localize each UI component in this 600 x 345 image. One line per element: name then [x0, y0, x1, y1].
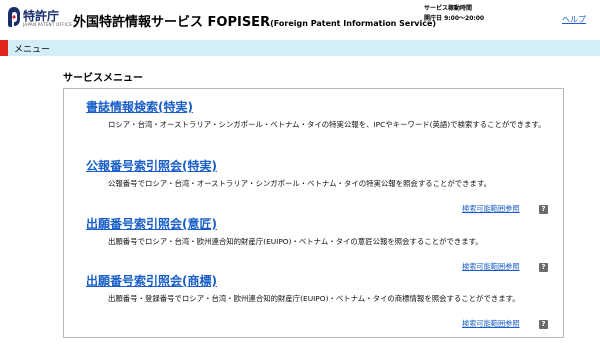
service-menu-title: サービスメニュー [63, 73, 143, 84]
service-hours-label: サービス稼動時間 [424, 5, 473, 12]
service-desc: 公報番号でロシア・台湾・オーストラリア・シンガポール・ベトナム・タイの特実公報を… [108, 179, 491, 188]
service-link-publication-number[interactable]: 公報番号索引照会(特実) [86, 157, 556, 174]
service-hours-value: 開庁日 9:00〜20:00 [424, 15, 485, 22]
menu-bar-accent [0, 40, 8, 56]
question-icon[interactable]: ? [539, 263, 548, 272]
service-hours: サービス稼動時間 開庁日 9:00〜20:00 [424, 4, 484, 24]
service-desc: 出願番号・登録番号でロシア・台湾・欧州連合知的財産庁(EUIPO)・ベトナム・タ… [108, 294, 520, 303]
search-range-link[interactable]: 検索可能範囲参照 [462, 319, 520, 329]
service-item-publication-number: 公報番号索引照会(特実) 公報番号でロシア・台湾・オーストラリア・シンガポール・… [86, 157, 556, 214]
help-link[interactable]: ヘルプ [562, 14, 586, 25]
menu-bar-label: メニュー [14, 45, 51, 55]
app-title-main: 外国特許情報サービス FOPISER [73, 15, 271, 30]
service-desc: 出願番号でロシア・台湾・欧州連合知的財産庁(EUIPO)・ベトナム・タイの意匠公… [108, 237, 483, 246]
question-icon[interactable]: ? [539, 320, 548, 329]
service-link-trademark-application[interactable]: 出願番号索引照会(商標) [86, 272, 556, 289]
service-desc: ロシア・台湾・オーストラリア・シンガポール・ベトナム・タイの特実公報を、IPCや… [108, 120, 546, 129]
jpo-logo-icon [8, 7, 20, 27]
service-link-design-application[interactable]: 出願番号索引照会(意匠) [86, 215, 556, 232]
search-range-link[interactable]: 検索可能範囲参照 [462, 204, 520, 214]
app-title: 外国特許情報サービス FOPISER(Foreign Patent Inform… [73, 11, 436, 30]
app-title-sub: (Foreign Patent Information Service) [270, 19, 437, 28]
logo-subtitle: JAPAN PATENT OFFICE [23, 22, 73, 27]
service-item-bibliographic-search: 書誌情報検索(特実) ロシア・台湾・オーストラリア・シンガポール・ベトナム・タイ… [86, 98, 556, 129]
search-range-link[interactable]: 検索可能範囲参照 [462, 262, 520, 272]
question-icon[interactable]: ? [539, 205, 548, 214]
menu-bar: メニュー [0, 40, 600, 56]
header: 特許庁 JAPAN PATENT OFFICE 外国特許情報サービス FOPIS… [0, 0, 600, 36]
service-link-bibliographic-search[interactable]: 書誌情報検索(特実) [86, 98, 556, 115]
service-item-design-application: 出願番号索引照会(意匠) 出願番号でロシア・台湾・欧州連合知的財産庁(EUIPO… [86, 215, 556, 272]
service-item-trademark-application: 出願番号索引照会(商標) 出願番号・登録番号でロシア・台湾・欧州連合知的財産庁(… [86, 272, 556, 329]
jpo-logo[interactable]: 特許庁 JAPAN PATENT OFFICE [7, 6, 72, 32]
